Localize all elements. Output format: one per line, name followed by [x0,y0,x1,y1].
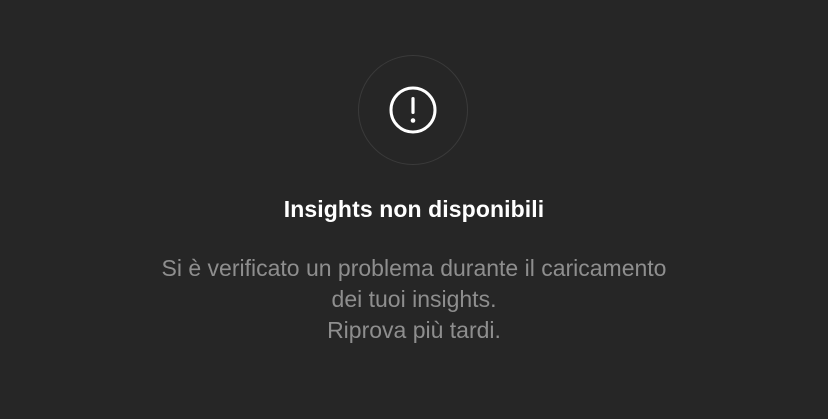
exclamation-circle-icon [389,86,437,134]
insights-unavailable-screen: Insights non disponibili Si è verificato… [0,0,828,419]
message-line-1: Si è verificato un problema durante il c… [161,255,667,281]
empty-state-message: Si è verificato un problema durante il c… [0,253,828,346]
empty-state-title: Insights non disponibili [283,196,545,222]
message-line-3: Riprova più tardi. [327,317,501,343]
icon-ring [358,55,468,165]
message-line-2: dei tuoi insights. [331,286,497,312]
